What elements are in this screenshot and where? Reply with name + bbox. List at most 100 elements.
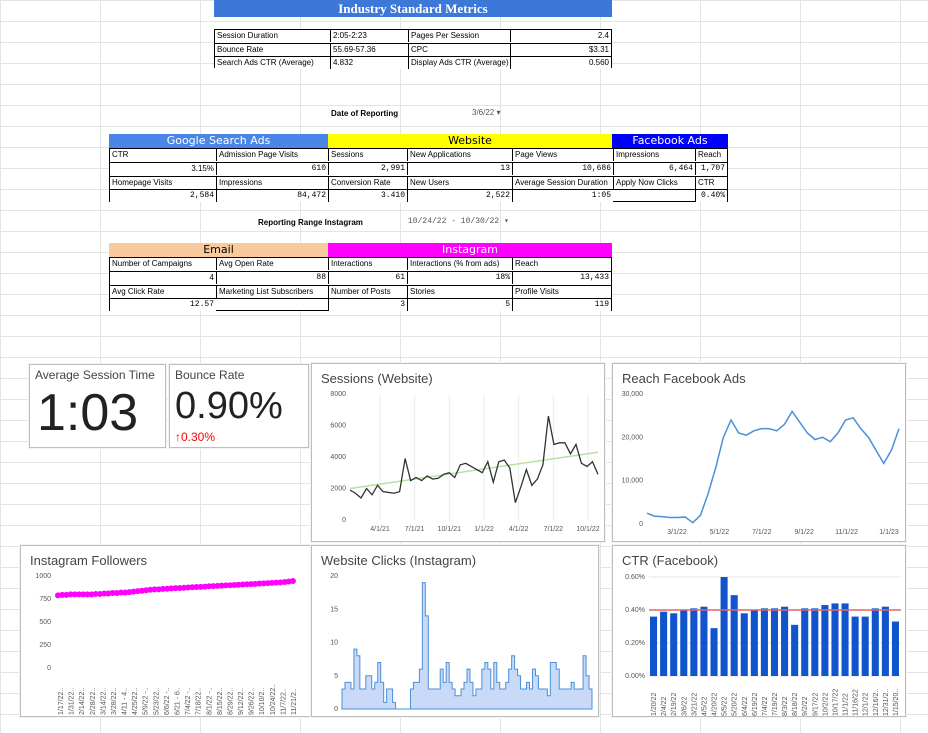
- website-pv-value[interactable]: 10,686: [512, 162, 613, 175]
- ig-pvis-value[interactable]: 119: [512, 298, 611, 311]
- facebook-reach-value[interactable]: 1,707: [695, 162, 727, 175]
- reach-facebook-chart[interactable]: Reach Facebook Ads 0 10,000 20,000 30,000 3/…: [612, 363, 906, 542]
- x-tick-label: 9/17/22: [812, 693, 819, 716]
- email-click-label[interactable]: Avg Click Rate: [110, 285, 216, 298]
- website-conv-label[interactable]: Conversion Rate: [328, 176, 407, 189]
- x-tick-label: 9/12/22..: [238, 688, 245, 715]
- facebook-apply-value[interactable]: [613, 189, 695, 190]
- y-tick-label: 6000: [330, 423, 346, 430]
- metric-label[interactable]: CPC: [408, 43, 510, 56]
- metric-label[interactable]: Bounce Rate: [215, 43, 330, 56]
- bar: [650, 616, 658, 676]
- facebook-ctr-label[interactable]: CTR: [695, 176, 727, 189]
- website-clicks-chart[interactable]: Website Clicks (Instagram) 0 5 10 15 20: [311, 545, 599, 717]
- website-nu-value[interactable]: 2,522: [407, 189, 512, 202]
- bar: [710, 628, 718, 676]
- facebook-imp-value[interactable]: 6,464: [613, 162, 695, 175]
- website-newapp-label[interactable]: New Applications: [407, 149, 512, 161]
- x-tick-label: 4/5/22: [701, 696, 708, 716]
- ig-pvis-label[interactable]: Profile Visits: [512, 285, 611, 298]
- metric-value[interactable]: 4.832: [330, 56, 408, 69]
- scorecard-delta: ↑0.30%: [175, 430, 215, 444]
- x-tick-label: 5/5/22: [722, 696, 729, 716]
- google-ctr-label[interactable]: CTR: [110, 149, 216, 161]
- metric-label[interactable]: Display Ads CTR (Average): [408, 56, 510, 69]
- ig-posts-value[interactable]: 3: [328, 298, 407, 311]
- reporting-range-dropdown[interactable]: 10/24/22 - 10/30/22 ▾: [408, 216, 509, 226]
- instagram-followers-chart[interactable]: Instagram Followers 0 250 500 750 1000 1/17/2…: [20, 545, 329, 717]
- y-tick-label: 8000: [330, 391, 346, 398]
- bar: [851, 616, 859, 676]
- x-tick-label: 2/19/22: [671, 693, 678, 716]
- google-home-label[interactable]: Homepage Visits: [110, 176, 216, 189]
- website-sessions-value[interactable]: 2,991: [328, 162, 407, 175]
- x-tick-label: 10/10/2..: [259, 688, 266, 715]
- website-newapp-value[interactable]: 13: [407, 162, 512, 175]
- ig-stories-value[interactable]: 5: [407, 298, 512, 311]
- bar: [760, 608, 768, 676]
- x-tick-label: 6/4/22: [742, 696, 749, 716]
- metric-value[interactable]: $3.31: [510, 43, 611, 56]
- average-session-time-scorecard[interactable]: Average Session Time 1:03: [29, 364, 166, 448]
- metric-value[interactable]: 55.69-57.36: [330, 43, 408, 56]
- website-conv-value[interactable]: 3.410: [328, 189, 407, 202]
- website-sessions-label[interactable]: Sessions: [328, 149, 407, 161]
- ctr-facebook-chart[interactable]: CTR (Facebook) 0.00% 0.20% 0.40% 0.60% 1/20/…: [612, 545, 906, 717]
- metric-value[interactable]: 2:05-2:23: [330, 30, 408, 42]
- scorecard-value: 1:03: [37, 384, 139, 442]
- ig-reach-value[interactable]: 13,433: [512, 271, 611, 284]
- bounce-rate-scorecard[interactable]: Bounce Rate 0.90% ↑0.30%: [169, 364, 309, 448]
- metric-value[interactable]: 2.4: [510, 30, 611, 42]
- clicks-plot: 0 5 10 15 20: [330, 573, 593, 713]
- google-imp-value[interactable]: 84,472: [216, 189, 328, 202]
- email-click-value[interactable]: 12.57: [110, 298, 216, 311]
- x-tick-label: 7/1/22: [752, 529, 772, 536]
- google-imp-label[interactable]: Impressions: [216, 176, 328, 189]
- website-pv-label[interactable]: Page Views: [512, 149, 613, 161]
- google-admission-value[interactable]: 610: [216, 162, 328, 175]
- website-asd-label[interactable]: Average Session Duration: [512, 176, 613, 189]
- email-subs-label[interactable]: Marketing List Subscribers: [216, 285, 328, 298]
- email-open-label[interactable]: Avg Open Rate: [216, 258, 328, 270]
- x-tick-label: 8/1/22 -..: [206, 687, 213, 715]
- ig-stories-label[interactable]: Stories: [407, 285, 512, 298]
- x-tick-label: 8/15/22..: [217, 688, 224, 715]
- email-subs-value[interactable]: [216, 298, 328, 299]
- x-tick-label: 3/6/22: [681, 696, 688, 716]
- ig-reach-label[interactable]: Reach: [512, 258, 611, 270]
- email-camp-label[interactable]: Number of Campaigns: [110, 258, 216, 270]
- date-of-reporting-dropdown[interactable]: 3/6/22 ▾: [472, 108, 501, 117]
- industry-metrics-header: Industry Standard Metrics: [214, 0, 612, 17]
- ig-int-value[interactable]: 61: [328, 271, 407, 284]
- google-admission-label[interactable]: Admission Page Visits: [216, 149, 328, 161]
- metric-label[interactable]: Search Ads CTR (Average): [215, 56, 330, 69]
- facebook-apply-label[interactable]: Apply Now Clicks: [613, 176, 695, 189]
- facebook-reach-label[interactable]: Reach: [695, 149, 727, 161]
- email-open-value[interactable]: 88: [216, 271, 328, 284]
- website-nu-label[interactable]: New Users: [407, 176, 512, 189]
- email-camp-value[interactable]: 4: [110, 271, 216, 284]
- bar: [861, 616, 869, 676]
- followers-plot: 0 250 500 750 1000 1/17/22.. 1/31/22.. 2/14/22.…: [35, 573, 298, 715]
- google-ctr-value[interactable]: 3.15%: [110, 162, 216, 175]
- y-tick-label: 20,000: [622, 434, 644, 441]
- sessions-chart[interactable]: Sessions (Website) 0 2000 4000 6000 8000 4/1/…: [311, 363, 605, 542]
- y-tick-label: 0.60%: [625, 574, 645, 581]
- ig-int-label[interactable]: Interactions: [328, 258, 407, 270]
- facebook-imp-label[interactable]: Impressions: [613, 149, 695, 161]
- x-tick-label: 4/25/22..: [132, 688, 139, 715]
- website-asd-value[interactable]: 1:05: [512, 189, 613, 202]
- ig-intads-label[interactable]: Interactions (% from ads): [407, 258, 512, 270]
- x-tick-label: 6/19/22: [752, 693, 759, 716]
- metric-value[interactable]: 0.560: [510, 56, 611, 69]
- email-header: Email: [109, 243, 328, 257]
- metric-label[interactable]: Pages Per Session: [408, 30, 510, 42]
- x-tick-label: 6/21 - 6..: [175, 687, 182, 715]
- ig-posts-label[interactable]: Number of Posts: [328, 285, 407, 298]
- bar: [841, 603, 849, 676]
- google-home-value[interactable]: 2,584: [110, 189, 216, 202]
- metric-label[interactable]: Session Duration: [215, 30, 330, 42]
- kpi-table-bottom: Number of Campaigns Avg Open Rate Intera…: [109, 257, 612, 311]
- ig-intads-value[interactable]: 18%: [407, 271, 512, 284]
- facebook-ctr-value[interactable]: 0.40%: [695, 189, 727, 202]
